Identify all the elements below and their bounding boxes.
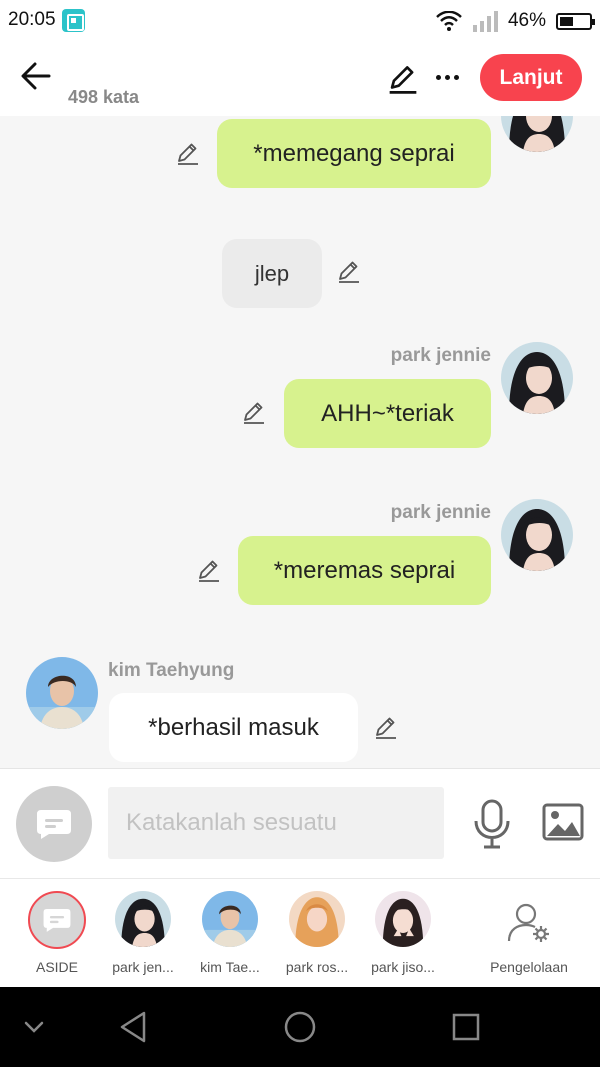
- nav-hide-icon[interactable]: [14, 1007, 54, 1047]
- battery-level: [560, 16, 573, 26]
- message-bubble[interactable]: *berhasil masuk: [109, 693, 358, 762]
- avatar[interactable]: [501, 499, 573, 571]
- navigation-bar: [0, 987, 600, 1067]
- nav-back-icon[interactable]: [114, 1007, 154, 1047]
- sender-name: park jennie: [390, 345, 491, 366]
- more-icon: [453, 74, 459, 80]
- message-bubble[interactable]: AHH~*teriak: [284, 379, 491, 448]
- status-bar: 20:05 46%: [0, 0, 600, 42]
- character-label: Pengelolaan: [490, 959, 568, 975]
- aside-toggle-button[interactable]: [16, 786, 92, 862]
- chat-area[interactable]: *memegang seprai jlep park jennie AHH~*t…: [0, 116, 600, 768]
- wifi-icon: [436, 11, 462, 31]
- back-arrow-icon: [21, 62, 51, 90]
- input-bar: [0, 768, 600, 878]
- more-button[interactable]: [432, 62, 462, 92]
- signal-icon: [472, 11, 498, 32]
- pencil-icon[interactable]: [174, 140, 202, 168]
- character-label: park jen...: [112, 959, 174, 975]
- chat-bubble-icon: [43, 908, 71, 932]
- message-input[interactable]: [108, 787, 444, 859]
- character-label: park ros...: [285, 959, 349, 975]
- back-button[interactable]: [16, 58, 56, 94]
- more-icon: [435, 74, 441, 80]
- battery-icon: [556, 12, 595, 30]
- image-icon[interactable]: [542, 803, 584, 841]
- character-park-jisoo[interactable]: park jiso...: [358, 879, 448, 988]
- avatar[interactable]: [26, 657, 98, 729]
- character-bar: ASIDE park jen... kim Tae... park ros...…: [0, 878, 600, 987]
- edit-button[interactable]: [386, 62, 420, 96]
- avatar: [375, 891, 431, 947]
- mic-icon[interactable]: [472, 799, 512, 849]
- avatar[interactable]: [501, 342, 573, 414]
- pencil-icon[interactable]: [240, 399, 268, 427]
- character-label: park jiso...: [371, 959, 435, 975]
- narration-bubble[interactable]: jlep: [222, 239, 322, 308]
- word-count: 498 kata: [68, 87, 140, 107]
- aside-avatar: [28, 891, 86, 949]
- character-label: ASIDE: [35, 959, 78, 975]
- message-bubble[interactable]: *meremas seprai: [238, 536, 491, 605]
- pencil-icon[interactable]: [372, 714, 400, 742]
- status-right: 46%: [436, 6, 595, 36]
- manage-user-icon: [507, 903, 549, 942]
- status-time: 20:05: [8, 9, 56, 30]
- battery-percent: 46%: [507, 10, 546, 31]
- character-kim-taehyung[interactable]: kim Tae...: [185, 879, 275, 988]
- nav-home-icon[interactable]: [280, 1007, 320, 1047]
- more-icon: [444, 74, 450, 80]
- avatar: [115, 891, 171, 947]
- avatar[interactable]: [501, 116, 573, 152]
- header: 498 kata Lanjut: [0, 42, 600, 116]
- manage-characters-button[interactable]: Pengelolaan: [482, 879, 576, 988]
- pencil-icon: [389, 66, 417, 94]
- sender-name: park jennie: [390, 502, 491, 523]
- pencil-icon[interactable]: [195, 557, 223, 585]
- sender-name: kim Taehyung: [108, 660, 235, 681]
- avatar: [289, 891, 345, 947]
- message-bubble[interactable]: *memegang seprai: [217, 119, 491, 188]
- character-label: kim Tae...: [200, 959, 260, 975]
- screenshot-app-icon: [62, 9, 85, 32]
- nav-recents-icon[interactable]: [446, 1007, 486, 1047]
- character-aside[interactable]: ASIDE: [12, 879, 102, 988]
- avatar: [202, 891, 258, 947]
- chat-bubble-icon: [37, 810, 71, 839]
- character-park-jennie[interactable]: park jen...: [98, 879, 188, 988]
- pencil-icon[interactable]: [335, 258, 363, 286]
- character-park-rose[interactable]: park ros...: [272, 879, 362, 988]
- next-button[interactable]: Lanjut: [480, 54, 582, 101]
